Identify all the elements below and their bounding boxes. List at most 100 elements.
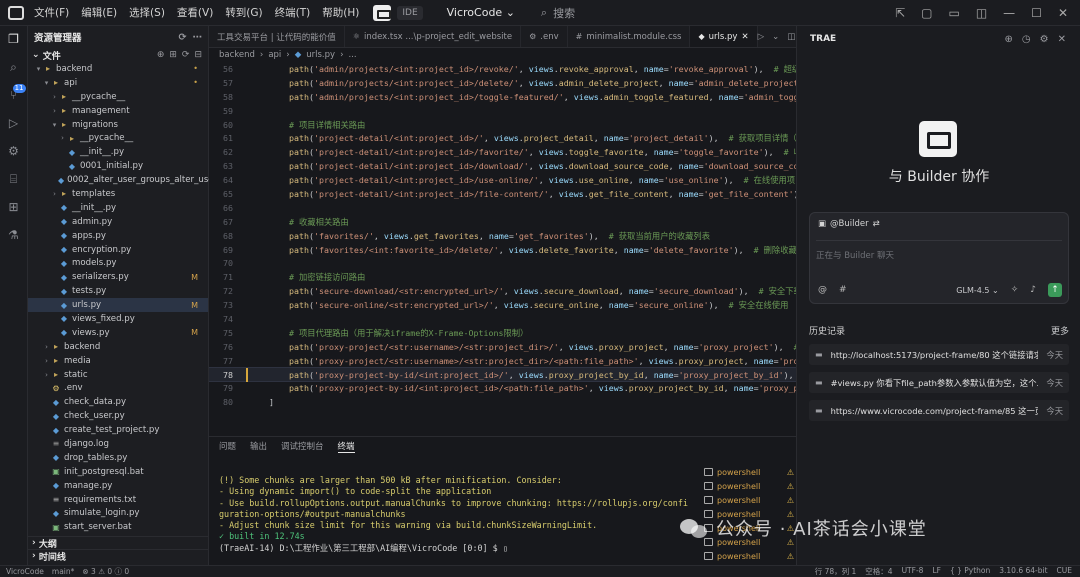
switch-icon[interactable]: ⇄	[873, 219, 880, 229]
tree-item[interactable]: ◆ models.py	[28, 256, 208, 270]
terminal-instance[interactable]: powershell ⚠	[704, 479, 794, 493]
history-item[interactable]: ▬ https://www.vicrocode.com/project-frame…	[809, 400, 1069, 421]
tree-item[interactable]: › ▸ __pycache__	[28, 90, 208, 104]
builder-mention[interactable]: ▣ @Builder ⇄	[818, 219, 880, 229]
refresh-icon[interactable]: ⟳	[179, 32, 187, 43]
menu-edit[interactable]: 编辑(E)	[81, 5, 117, 20]
history-item[interactable]: ▬ http://localhost:5173/project-frame/80 …	[809, 344, 1069, 365]
more-icon[interactable]: ⋯	[193, 32, 203, 43]
explorer-icon[interactable]: ❐	[7, 32, 21, 46]
maximize-button[interactable]: ☐	[1031, 6, 1042, 20]
tree-item[interactable]: › ▸ backend	[28, 340, 208, 354]
tree-item[interactable]: › ▸ management	[28, 104, 208, 118]
timeline-section[interactable]: › 时间线	[28, 549, 209, 563]
status-item[interactable]: UTF-8	[902, 566, 924, 577]
code-editor[interactable]: 56 path('admin/projects/<int:project_id>…	[209, 62, 796, 436]
status-item[interactable]: { } Python	[950, 566, 990, 577]
search-box[interactable]: ⌕ 搜索	[541, 5, 575, 21]
settings-icon[interactable]: ⚙	[1040, 34, 1049, 45]
status-branch[interactable]: main*	[52, 567, 75, 576]
tree-item[interactable]: ▣ start_server.bat	[28, 520, 208, 534]
menu-view[interactable]: 查看(V)	[177, 5, 213, 20]
status-item[interactable]: LF	[932, 566, 941, 577]
layout-icon[interactable]: ▢	[921, 6, 932, 20]
tree-item[interactable]: ▾ ▸ migrations	[28, 118, 208, 132]
editor-tab[interactable]: ◆ urls.py ✕	[690, 26, 758, 47]
tree-item[interactable]: › ▸ media	[28, 354, 208, 368]
panel-tab[interactable]: 输出	[250, 440, 267, 452]
split-icon[interactable]: ⇱	[895, 6, 905, 20]
breadcrumb-item[interactable]: ...	[348, 50, 356, 60]
menu-terminal[interactable]: 终端(T)	[275, 5, 311, 20]
breadcrumb-item[interactable]: api	[268, 50, 281, 60]
ide-switch[interactable]: IDE	[373, 4, 423, 21]
testing-icon[interactable]: ⚗	[7, 228, 21, 242]
model-selector[interactable]: GLM-4.5 ⌄	[956, 286, 998, 295]
search-icon[interactable]: ⌕	[7, 60, 21, 74]
status-item[interactable]: 3.10.6 64-bit	[999, 566, 1047, 577]
debug-icon[interactable]: ▷	[7, 116, 21, 130]
mic-icon[interactable]: ♪	[1030, 285, 1036, 295]
status-problems[interactable]: ⊗ 3 ⚠ 0 ⓘ 0	[82, 566, 129, 577]
refresh-icon[interactable]: ⟳	[182, 50, 190, 60]
tree-item[interactable]: ◆ encryption.py	[28, 243, 208, 257]
breadcrumb-item[interactable]: urls.py	[306, 50, 335, 60]
chat-input[interactable]: 正在与 Builder 聊天	[816, 240, 1062, 261]
history-icon[interactable]: ◷	[1022, 34, 1031, 45]
tree-item[interactable]: ◆ tests.py	[28, 284, 208, 298]
tree-item[interactable]: ◆ check_data.py	[28, 395, 208, 409]
tree-item[interactable]: ◆ admin.py	[28, 215, 208, 229]
close-icon[interactable]: ✕	[741, 32, 748, 42]
terminal-instance[interactable]: powershell ⚠	[704, 493, 794, 507]
hash-icon[interactable]: #	[839, 285, 847, 295]
panel-tab[interactable]: 调试控制台	[281, 440, 324, 452]
tree-item[interactable]: ◆ __init__.py	[28, 201, 208, 215]
status-item[interactable]: 空格：4	[865, 566, 892, 577]
history-item[interactable]: ▬ #views.py 你看下file_path参数入参默认值为空，这个... 今天	[809, 372, 1069, 393]
panel-icon[interactable]: ▭	[948, 6, 959, 20]
extensions-settings-icon[interactable]: ⚙	[7, 144, 21, 158]
menu-file[interactable]: 文件(F)	[34, 5, 69, 20]
terminal-instance[interactable]: powershell ⚠	[704, 549, 794, 563]
tree-item[interactable]: ◆ apps.py	[28, 229, 208, 243]
run-icon[interactable]: ▷	[758, 32, 765, 42]
tree-item[interactable]: ◆ views_fixed.py	[28, 312, 208, 326]
tree-item[interactable]: ▣ init_postgresql.bat	[28, 465, 208, 479]
panel-tab[interactable]: 终端	[337, 440, 355, 453]
tree-item[interactable]: ▾ ▸ api •	[28, 76, 208, 90]
remote-icon[interactable]: ⌸	[7, 172, 21, 186]
breadcrumb-item[interactable]: backend	[219, 50, 255, 60]
tree-item[interactable]: ⚙ .env	[28, 381, 208, 395]
tree-item[interactable]: ◆ views.py M	[28, 326, 208, 340]
tree-item[interactable]: ◆ __init__.py	[28, 145, 208, 159]
menu-help[interactable]: 帮助(H)	[322, 5, 359, 20]
status-item[interactable]: CUE	[1057, 566, 1072, 577]
tree-item[interactable]: › ▸ __pycache__	[28, 131, 208, 145]
terminal-output[interactable]: (!) Some chunks are larger than 500 kB a…	[219, 475, 699, 554]
new-folder-icon[interactable]: ⊞	[169, 50, 177, 60]
extensions-icon[interactable]: ⊞	[7, 200, 21, 214]
files-section-header[interactable]: ⌄ 文件 ⊕ ⊞ ⟳ ⊟	[28, 48, 208, 62]
sparkle-icon[interactable]: ✧	[1011, 285, 1019, 295]
editor-tab[interactable]: ⚙ .env	[521, 26, 568, 47]
tree-item[interactable]: › ▸ static	[28, 368, 208, 382]
close-button[interactable]: ✕	[1058, 6, 1068, 20]
tree-item[interactable]: ≡ requirements.txt	[28, 493, 208, 507]
tree-item[interactable]: ◆ urls.py M	[28, 298, 208, 313]
tree-item[interactable]: ◆ manage.py	[28, 479, 208, 493]
tree-item[interactable]: ◆ 0002_alter_user_groups_alter_use...	[28, 173, 222, 187]
tree-item[interactable]: ≡ django.log	[28, 437, 208, 451]
sidebar-icon[interactable]: ◫	[976, 6, 987, 20]
project-selector[interactable]: VicroCode ⌄	[447, 6, 515, 19]
chevron-down-icon[interactable]: ⌄	[772, 32, 779, 42]
terminal-instance[interactable]: powershell ⚠	[704, 465, 794, 479]
send-button[interactable]: ↑	[1048, 283, 1062, 297]
close-icon[interactable]: ✕	[1058, 34, 1066, 45]
tree-item[interactable]: ◆ check_user.py	[28, 409, 208, 423]
status-project[interactable]: VicroCode	[6, 567, 44, 576]
tree-item[interactable]: ◆ drop_tables.py	[28, 451, 208, 465]
editor-tab[interactable]: 工具交易平台 | 让代码的能价值	[209, 26, 345, 47]
panel-tab[interactable]: 问题	[219, 440, 236, 452]
collapse-icon[interactable]: ⊟	[194, 50, 202, 60]
tree-item[interactable]: ◆ create_test_project.py	[28, 423, 208, 437]
